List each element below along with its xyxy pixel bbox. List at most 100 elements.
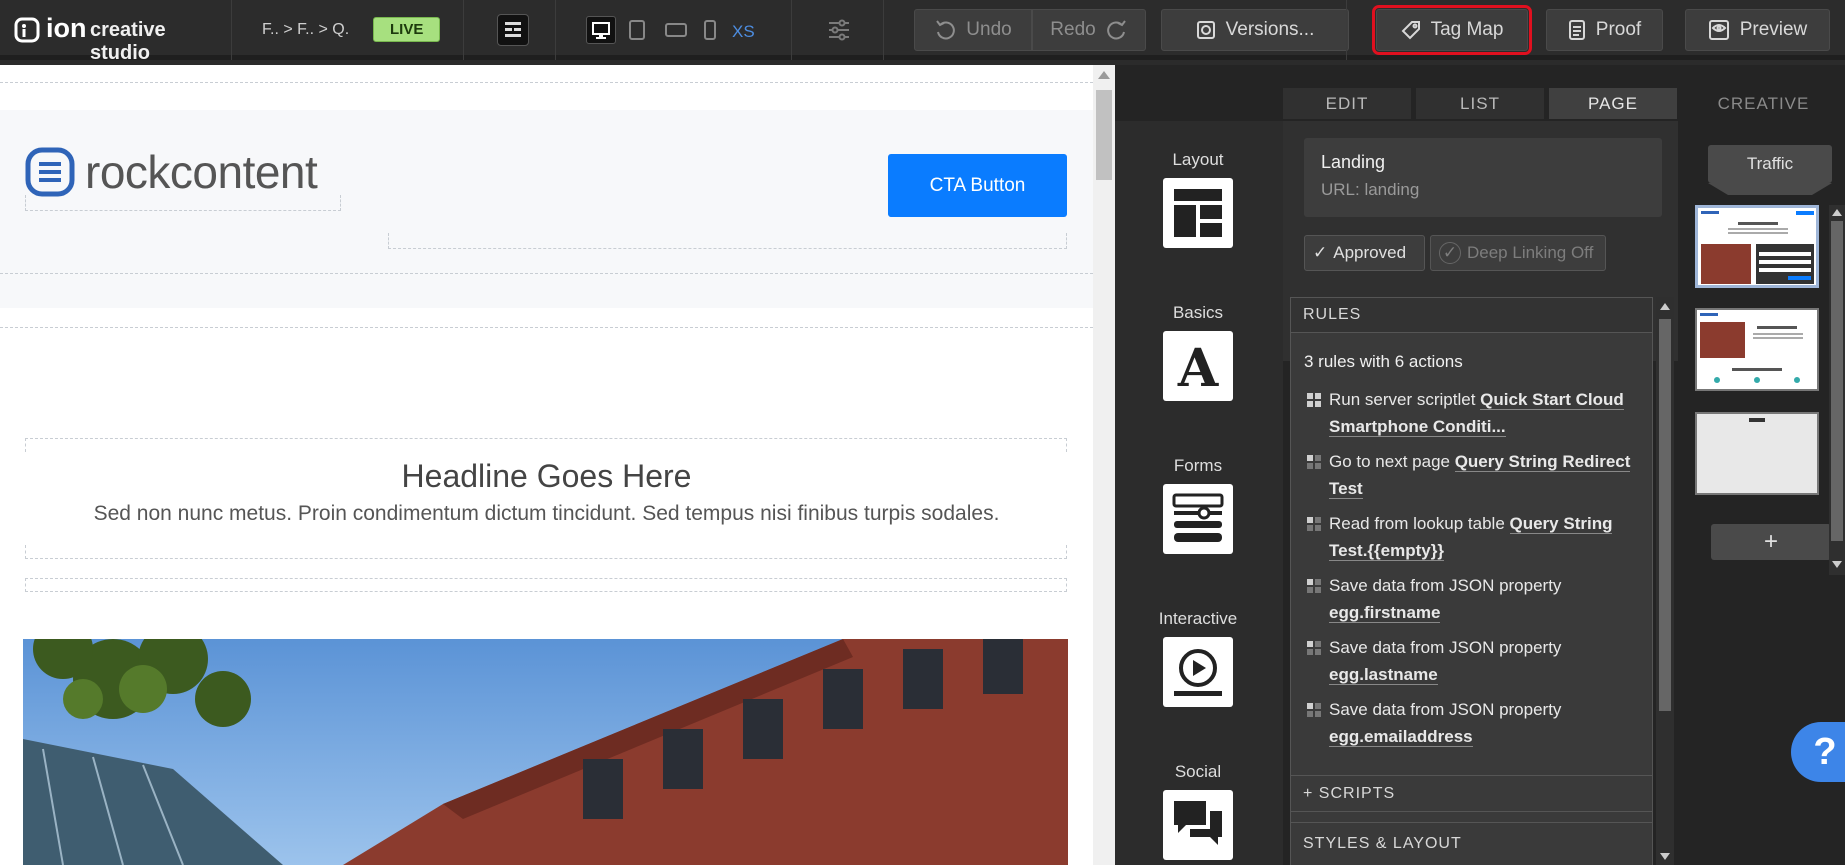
undo-icon — [936, 20, 956, 40]
rule-target-link[interactable]: egg.emailaddress — [1329, 727, 1473, 747]
creative-scrollbar[interactable] — [1829, 205, 1845, 575]
canvas-scroll-thumb[interactable] — [1096, 90, 1112, 180]
rule-action-item[interactable]: Save data from JSON property egg.firstna… — [1301, 572, 1646, 626]
scroll-down-icon — [1832, 561, 1842, 568]
hero-image[interactable] — [23, 639, 1068, 865]
brand-name: rockcontent — [85, 146, 318, 198]
rule-action-item[interactable]: Read from lookup table Query String Test… — [1301, 510, 1646, 564]
side-panel: EDIT LIST PAGE CREATIVE Layout Basics A … — [1115, 65, 1845, 865]
page-name: Landing — [1321, 152, 1386, 172]
tool-interactive[interactable]: Interactive — [1128, 609, 1268, 707]
tag-icon — [1401, 21, 1420, 40]
rules-scrollbar[interactable] — [1656, 297, 1674, 865]
proof-button[interactable]: Proof — [1546, 9, 1663, 51]
rule-action-item[interactable]: Run server scriptlet Quick Start Cloud S… — [1301, 386, 1646, 440]
rule-action-item[interactable]: Go to next page Query String Redirect Te… — [1301, 448, 1646, 502]
rule-target-link[interactable]: egg.firstname — [1329, 603, 1441, 623]
page-canvas[interactable]: rockcontent CTA Button Headline Goes Her… — [0, 65, 1093, 865]
tool-forms[interactable]: Forms — [1128, 456, 1268, 554]
versions-button[interactable]: Versions... — [1161, 9, 1349, 51]
preview-button[interactable]: Preview — [1685, 9, 1830, 51]
app-logo-text: ion — [46, 13, 87, 43]
rule-target-link[interactable]: egg.lastname — [1329, 665, 1438, 685]
section-guide — [0, 273, 1093, 274]
rule-grid-icon — [1307, 455, 1321, 469]
redo-icon — [1106, 20, 1126, 40]
layout-icon — [1174, 189, 1222, 237]
xs-device-button[interactable]: XS — [732, 22, 755, 42]
add-page-button[interactable]: + — [1711, 524, 1831, 560]
desktop-icon — [592, 22, 610, 39]
tab-page[interactable]: PAGE — [1549, 88, 1677, 119]
rules-header[interactable]: RULES — [1291, 298, 1652, 333]
page-thumbnail-blank[interactable] — [1695, 412, 1819, 495]
tablet-landscape-icon[interactable] — [664, 22, 688, 38]
page-thumbnail-thank-you[interactable] — [1695, 308, 1819, 391]
ion-logo-icon — [14, 17, 40, 43]
live-badge[interactable]: LIVE — [373, 17, 441, 42]
breadcrumb[interactable]: F.. > F.. > Q. — [262, 21, 349, 39]
tool-label: Interactive — [1158, 609, 1238, 628]
top-toolbar: ion creative studio F.. > F.. > Q. LIVE … — [0, 0, 1845, 64]
deep-linking-toggle[interactable]: ✓ Deep Linking Off — [1430, 235, 1606, 271]
help-icon: ? — [1813, 730, 1837, 773]
page-url: URL: landing — [1321, 180, 1420, 199]
rules-scroll-thumb[interactable] — [1659, 319, 1671, 711]
building-illustration — [23, 639, 1068, 865]
settings-area — [792, 0, 884, 60]
tab-list[interactable]: LIST — [1416, 88, 1544, 119]
section-guide — [0, 82, 1093, 83]
app-subtitle: creative studio — [90, 19, 166, 64]
toolbar-divider — [1346, 0, 1347, 60]
check-icon: ✓ — [1313, 243, 1328, 262]
canvas-scrollbar[interactable] — [1093, 65, 1115, 865]
play-icon — [1174, 649, 1222, 696]
traffic-notch — [1708, 183, 1832, 195]
sliders-icon[interactable] — [826, 17, 852, 43]
deep-linking-label: Deep Linking Off — [1467, 243, 1594, 262]
brand-logo[interactable]: rockcontent — [25, 145, 318, 199]
scroll-up-icon — [1098, 71, 1110, 79]
layout-toggle-area — [464, 0, 556, 60]
page-layout-toggle[interactable] — [497, 14, 529, 46]
approved-toggle[interactable]: ✓ Approved — [1304, 235, 1425, 271]
styles-layout-section[interactable]: STYLES & LAYOUT — [1290, 822, 1653, 865]
scroll-down-icon — [1660, 853, 1670, 860]
versions-icon — [1196, 21, 1215, 39]
cta-button[interactable]: CTA Button — [888, 154, 1067, 217]
chat-icon — [1174, 801, 1222, 845]
body-text[interactable]: Sed non nunc metus. Proin condimentum di… — [0, 502, 1093, 526]
tool-label: Social — [1174, 762, 1222, 781]
rockcontent-logo-icon — [25, 147, 75, 197]
traffic-button[interactable]: Traffic — [1708, 145, 1832, 183]
scripts-section-toggle[interactable]: + SCRIPTS — [1290, 775, 1653, 812]
desktop-device-button[interactable] — [586, 16, 616, 44]
spacer-guide — [25, 578, 1067, 592]
help-button[interactable]: ? — [1791, 722, 1845, 782]
phone-icon[interactable] — [703, 19, 717, 41]
headline-guide — [25, 438, 1067, 452]
tool-social[interactable]: Social — [1128, 762, 1268, 860]
headline[interactable]: Headline Goes Here — [0, 458, 1093, 495]
preview-icon — [1708, 20, 1729, 40]
tab-edit[interactable]: EDIT — [1283, 88, 1411, 119]
tool-basics[interactable]: Basics A — [1128, 303, 1268, 401]
undo-button[interactable]: Undo — [914, 9, 1032, 51]
preview-label: Preview — [1739, 19, 1808, 40]
svg-text:A: A — [1177, 338, 1219, 394]
tool-layout[interactable]: Layout — [1128, 150, 1268, 248]
page-thumbnail-landing[interactable] — [1695, 205, 1819, 288]
tab-creative[interactable]: CREATIVE — [1682, 88, 1845, 119]
form-icon — [1172, 493, 1224, 542]
creative-scroll-thumb[interactable] — [1831, 221, 1843, 541]
redo-button[interactable]: Redo — [1032, 9, 1146, 51]
rule-action-item[interactable]: Save data from JSON property egg.lastnam… — [1301, 634, 1646, 688]
tablet-icon[interactable] — [628, 19, 646, 41]
device-preview-area: XS — [556, 0, 792, 60]
page-info-card[interactable]: Landing URL: landing — [1304, 138, 1662, 217]
traffic-label: Traffic — [1746, 154, 1794, 173]
proof-label: Proof — [1595, 19, 1642, 40]
tag-map-button[interactable]: Tag Map — [1372, 5, 1532, 55]
rule-action-item[interactable]: Save data from JSON property egg.emailad… — [1301, 696, 1646, 750]
logo-guide — [25, 195, 341, 211]
